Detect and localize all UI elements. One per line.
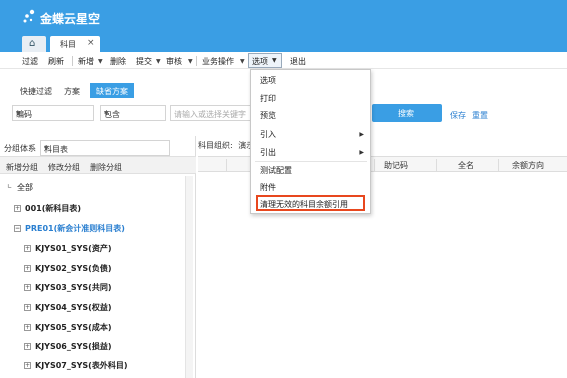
chevron-right-icon: ▶ [359,149,364,156]
reset-link[interactable]: 重置 [472,110,488,121]
search-button-label: 搜索 [398,109,414,118]
group-system-label: 分组体系 [4,144,36,153]
tree-node[interactable]: + KJYS06_SYS(损益) [24,341,112,352]
grid-org-row: 科目组织: 演示 [198,140,254,151]
logo-mark-icon [23,9,35,23]
tree-node-label: KJYS05_SYS(成本) [35,323,112,332]
tree-node-label: 001(新科目表) [25,204,82,213]
default-scheme-tab[interactable]: 缺省方案 [90,83,134,98]
tree-node[interactable]: + KJYS01_SYS(资产) [24,243,112,254]
group-system-select[interactable]: 科目表 ▼ [40,140,170,156]
search-placeholder: 请输入或选择关键字 [174,110,246,119]
tree-node-label: KJYS07_SYS(表外科目) [35,361,128,370]
brand-name: 金蝶云星空 [40,12,101,26]
menu-item-attachment[interactable]: 附件 [260,182,276,193]
expand-icon[interactable]: + [24,362,31,369]
delete-group-button[interactable]: 删除分组 [90,162,122,173]
tree-node[interactable]: + KJYS05_SYS(成本) [24,322,112,333]
column-header-fullname[interactable]: 全名 [458,160,474,171]
refresh-button[interactable]: 刷新 [48,56,64,67]
tree-scrollbar[interactable] [185,176,193,378]
tab-home[interactable]: ⌂ [22,36,46,52]
options-button[interactable]: 选项 ▼ [248,53,282,68]
default-scheme-label: 缺省方案 [96,87,128,96]
grid-org-label: 科目组织: [198,141,233,150]
menu-item-preview[interactable]: 预览 [260,110,276,121]
grid-column-divider [226,159,227,171]
menu-item-options[interactable]: 选项 [260,75,276,86]
tree-node-label: KJYS04_SYS(权益) [35,303,112,312]
grid-column-divider [436,159,437,171]
menu-item-export[interactable]: 引出 [260,147,276,158]
edit-group-button[interactable]: 修改分组 [48,162,80,173]
menu-item-import[interactable]: 引入 [260,129,276,140]
save-link[interactable]: 保存 [450,110,466,121]
chevron-right-icon: ▶ [359,131,364,138]
tree-node[interactable]: +001(新科目表) [14,203,81,214]
grid-column-divider [374,159,375,171]
tree-node-label: PRE01(新会计准则科目表) [25,224,125,233]
tree-node[interactable]: + KJYS07_SYS(表外科目) [24,360,128,371]
chevron-down-icon[interactable]: ▼ [98,58,103,65]
tree-node-selected[interactable]: − PRE01(新会计准则科目表) [14,223,125,234]
expand-icon[interactable]: + [24,245,31,252]
chevron-down-icon[interactable]: ▼ [156,58,161,65]
options-label: 选项 [252,57,268,66]
expand-icon[interactable]: + [24,304,31,311]
quick-filter-tab[interactable]: 快捷过滤 [20,86,52,97]
tab-account[interactable]: 科目 × [50,36,100,52]
chevron-down-icon: ▼ [44,145,49,152]
column-header-balance-direction[interactable]: 余额方向 [512,160,544,171]
column-header-mnemonic[interactable]: 助记码 [384,160,408,171]
tab-account-label: 科目 [60,40,76,49]
menu-item-print[interactable]: 打印 [260,93,276,104]
submit-button[interactable]: 提交 [136,56,152,67]
grid-column-divider [498,159,499,171]
tree-node-label: KJYS03_SYS(共同) [35,283,112,292]
chevron-down-icon: ▼ [16,110,21,117]
home-icon: ⌂ [29,38,36,49]
tree-node[interactable]: + KJYS03_SYS(共同) [24,282,112,293]
menu-divider [255,161,367,162]
tree-node-label: KJYS06_SYS(损益) [35,342,112,351]
operator-select[interactable]: 包含 ▼ [100,105,166,121]
expand-icon[interactable]: + [24,324,31,331]
chevron-down-icon[interactable]: ▼ [240,58,245,65]
tree-node[interactable]: ∟ 全部 [6,182,33,193]
options-dropdown-menu: 选项 打印 预览 引入 ▶ 引出 ▶ 测试配置 附件 清理无效的科目余额引用 [250,69,371,214]
toolbar-divider [72,56,73,66]
collapse-icon[interactable]: − [14,225,21,232]
chevron-down-icon: ▼ [272,57,277,64]
scheme-tab[interactable]: 方案 [64,86,80,97]
field-select[interactable]: 编码 ▼ [12,105,94,121]
delete-button[interactable]: 删除 [110,56,126,67]
close-icon[interactable]: × [87,38,95,48]
toolbar-divider [196,56,197,66]
tree-node-label: 全部 [17,183,33,192]
toolbar: 过滤 刷新 新增 ▼ 删除 提交 ▼ 审核 ▼ 业务操作 ▼ [0,52,567,69]
tree-node[interactable]: + KJYS04_SYS(权益) [24,302,112,313]
group-ops-bar: 新增分组 修改分组 删除分组 [0,156,196,174]
search-button[interactable]: 搜索 [372,104,442,122]
business-ops-button[interactable]: 业务操作 [202,56,234,67]
new-button[interactable]: 新增 [78,56,94,67]
chevron-down-icon[interactable]: ▼ [188,58,193,65]
tree-node[interactable]: + KJYS02_SYS(负债) [24,263,112,274]
menu-item-clean-invalid-balance-ref[interactable]: 清理无效的科目余额引用 [260,199,348,210]
expand-icon[interactable]: + [24,284,31,291]
new-group-button[interactable]: 新增分组 [6,162,38,173]
tree-collapse-icon[interactable]: ∟ [6,184,13,191]
expand-icon[interactable]: + [24,265,31,272]
tree-node-label: KJYS02_SYS(负债) [35,264,112,273]
exit-button[interactable]: 退出 [290,56,306,67]
menu-item-test-config[interactable]: 测试配置 [260,165,292,176]
audit-button[interactable]: 审核 [166,56,182,67]
expand-icon[interactable]: + [14,205,21,212]
chevron-down-icon: ▼ [104,110,109,117]
filter-button[interactable]: 过滤 [22,56,38,67]
expand-icon[interactable]: + [24,343,31,350]
tree-node-label: KJYS01_SYS(资产) [35,244,112,253]
